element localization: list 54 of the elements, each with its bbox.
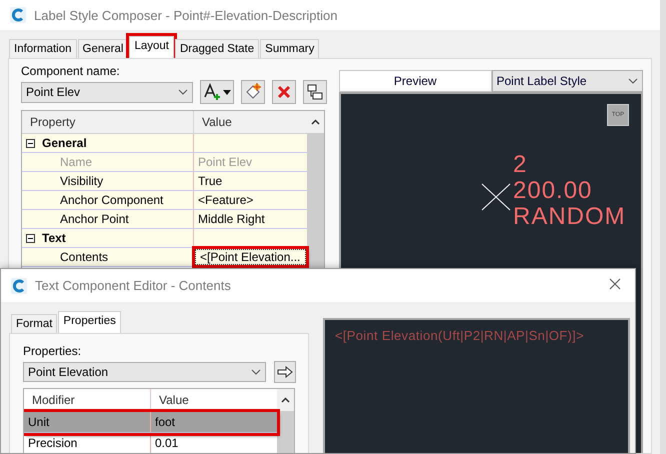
tab[interactable]: General (78, 39, 128, 58)
field-label: Properties: (23, 344, 82, 358)
collapse-icon[interactable] (26, 138, 34, 148)
property-name: Name (40, 153, 194, 171)
chevron-down-icon (628, 78, 638, 84)
copy-button[interactable] (303, 80, 327, 104)
delete-icon (276, 84, 292, 100)
component-dropdown[interactable]: Point Elev (21, 82, 193, 102)
property-name: Contents (40, 248, 194, 266)
column-header[interactable]: Value (151, 389, 277, 411)
column-header[interactable]: Property (22, 111, 194, 133)
label-text: RANDOM (513, 204, 626, 230)
text-add-icon (202, 83, 221, 101)
property-value[interactable]: <Feature> (194, 191, 307, 209)
scroll-up-icon[interactable] (281, 397, 290, 403)
preview-tab[interactable]: Preview (339, 70, 492, 92)
property-value[interactable]: <[Point Elevation... (195, 249, 306, 265)
caret-icon (222, 90, 231, 94)
hierarchy-icon (307, 84, 323, 100)
tab[interactable]: Layout (129, 36, 174, 58)
tab[interactable]: Information (9, 39, 77, 58)
sparkle-button[interactable] (241, 80, 265, 104)
window-title: Text Component Editor - Contents (35, 278, 232, 293)
arrow-right-icon (277, 366, 294, 378)
property-name: Anchor Point (40, 210, 194, 228)
chevron-down-icon (178, 89, 188, 95)
collapse-icon[interactable] (26, 234, 34, 242)
insert-button[interactable] (274, 361, 296, 383)
chevron-down-icon (251, 369, 262, 375)
tab[interactable]: Summary (260, 39, 320, 58)
property-name: Visibility (40, 172, 194, 190)
label-text: 2 (513, 152, 528, 178)
app-logo-icon (11, 278, 27, 294)
window-title: Label Style Composer - Point#-Elevation-Description (34, 8, 338, 22)
point-marker-icon (481, 183, 511, 211)
property-value[interactable]: Middle Right (194, 210, 307, 228)
scroll-up-icon[interactable] (311, 119, 320, 125)
tab[interactable]: Properties (58, 311, 121, 333)
add-text-button[interactable] (200, 80, 234, 104)
property-value[interactable]: True (194, 172, 307, 190)
modifier-row[interactable]: Unit foot (24, 412, 277, 433)
contents-text: <[Point Elevation(Uft|P2|RN|AP|Sn|OF)]> (335, 328, 584, 344)
tab[interactable]: Format (11, 314, 58, 333)
delete-button[interactable] (272, 80, 296, 104)
field-label: Component name: (21, 64, 121, 78)
app-logo-icon (10, 7, 26, 23)
label-text: 200.00 (513, 178, 594, 204)
style-dropdown[interactable]: Point Label Style (492, 70, 643, 92)
column-header[interactable]: Value (194, 111, 307, 133)
tab[interactable]: Dragged State (174, 39, 260, 58)
property-dropdown[interactable]: Point Elevation (23, 362, 266, 382)
close-icon[interactable] (609, 278, 621, 290)
sparkle-tag-icon (244, 83, 262, 101)
property-name: Anchor Component (40, 191, 194, 209)
